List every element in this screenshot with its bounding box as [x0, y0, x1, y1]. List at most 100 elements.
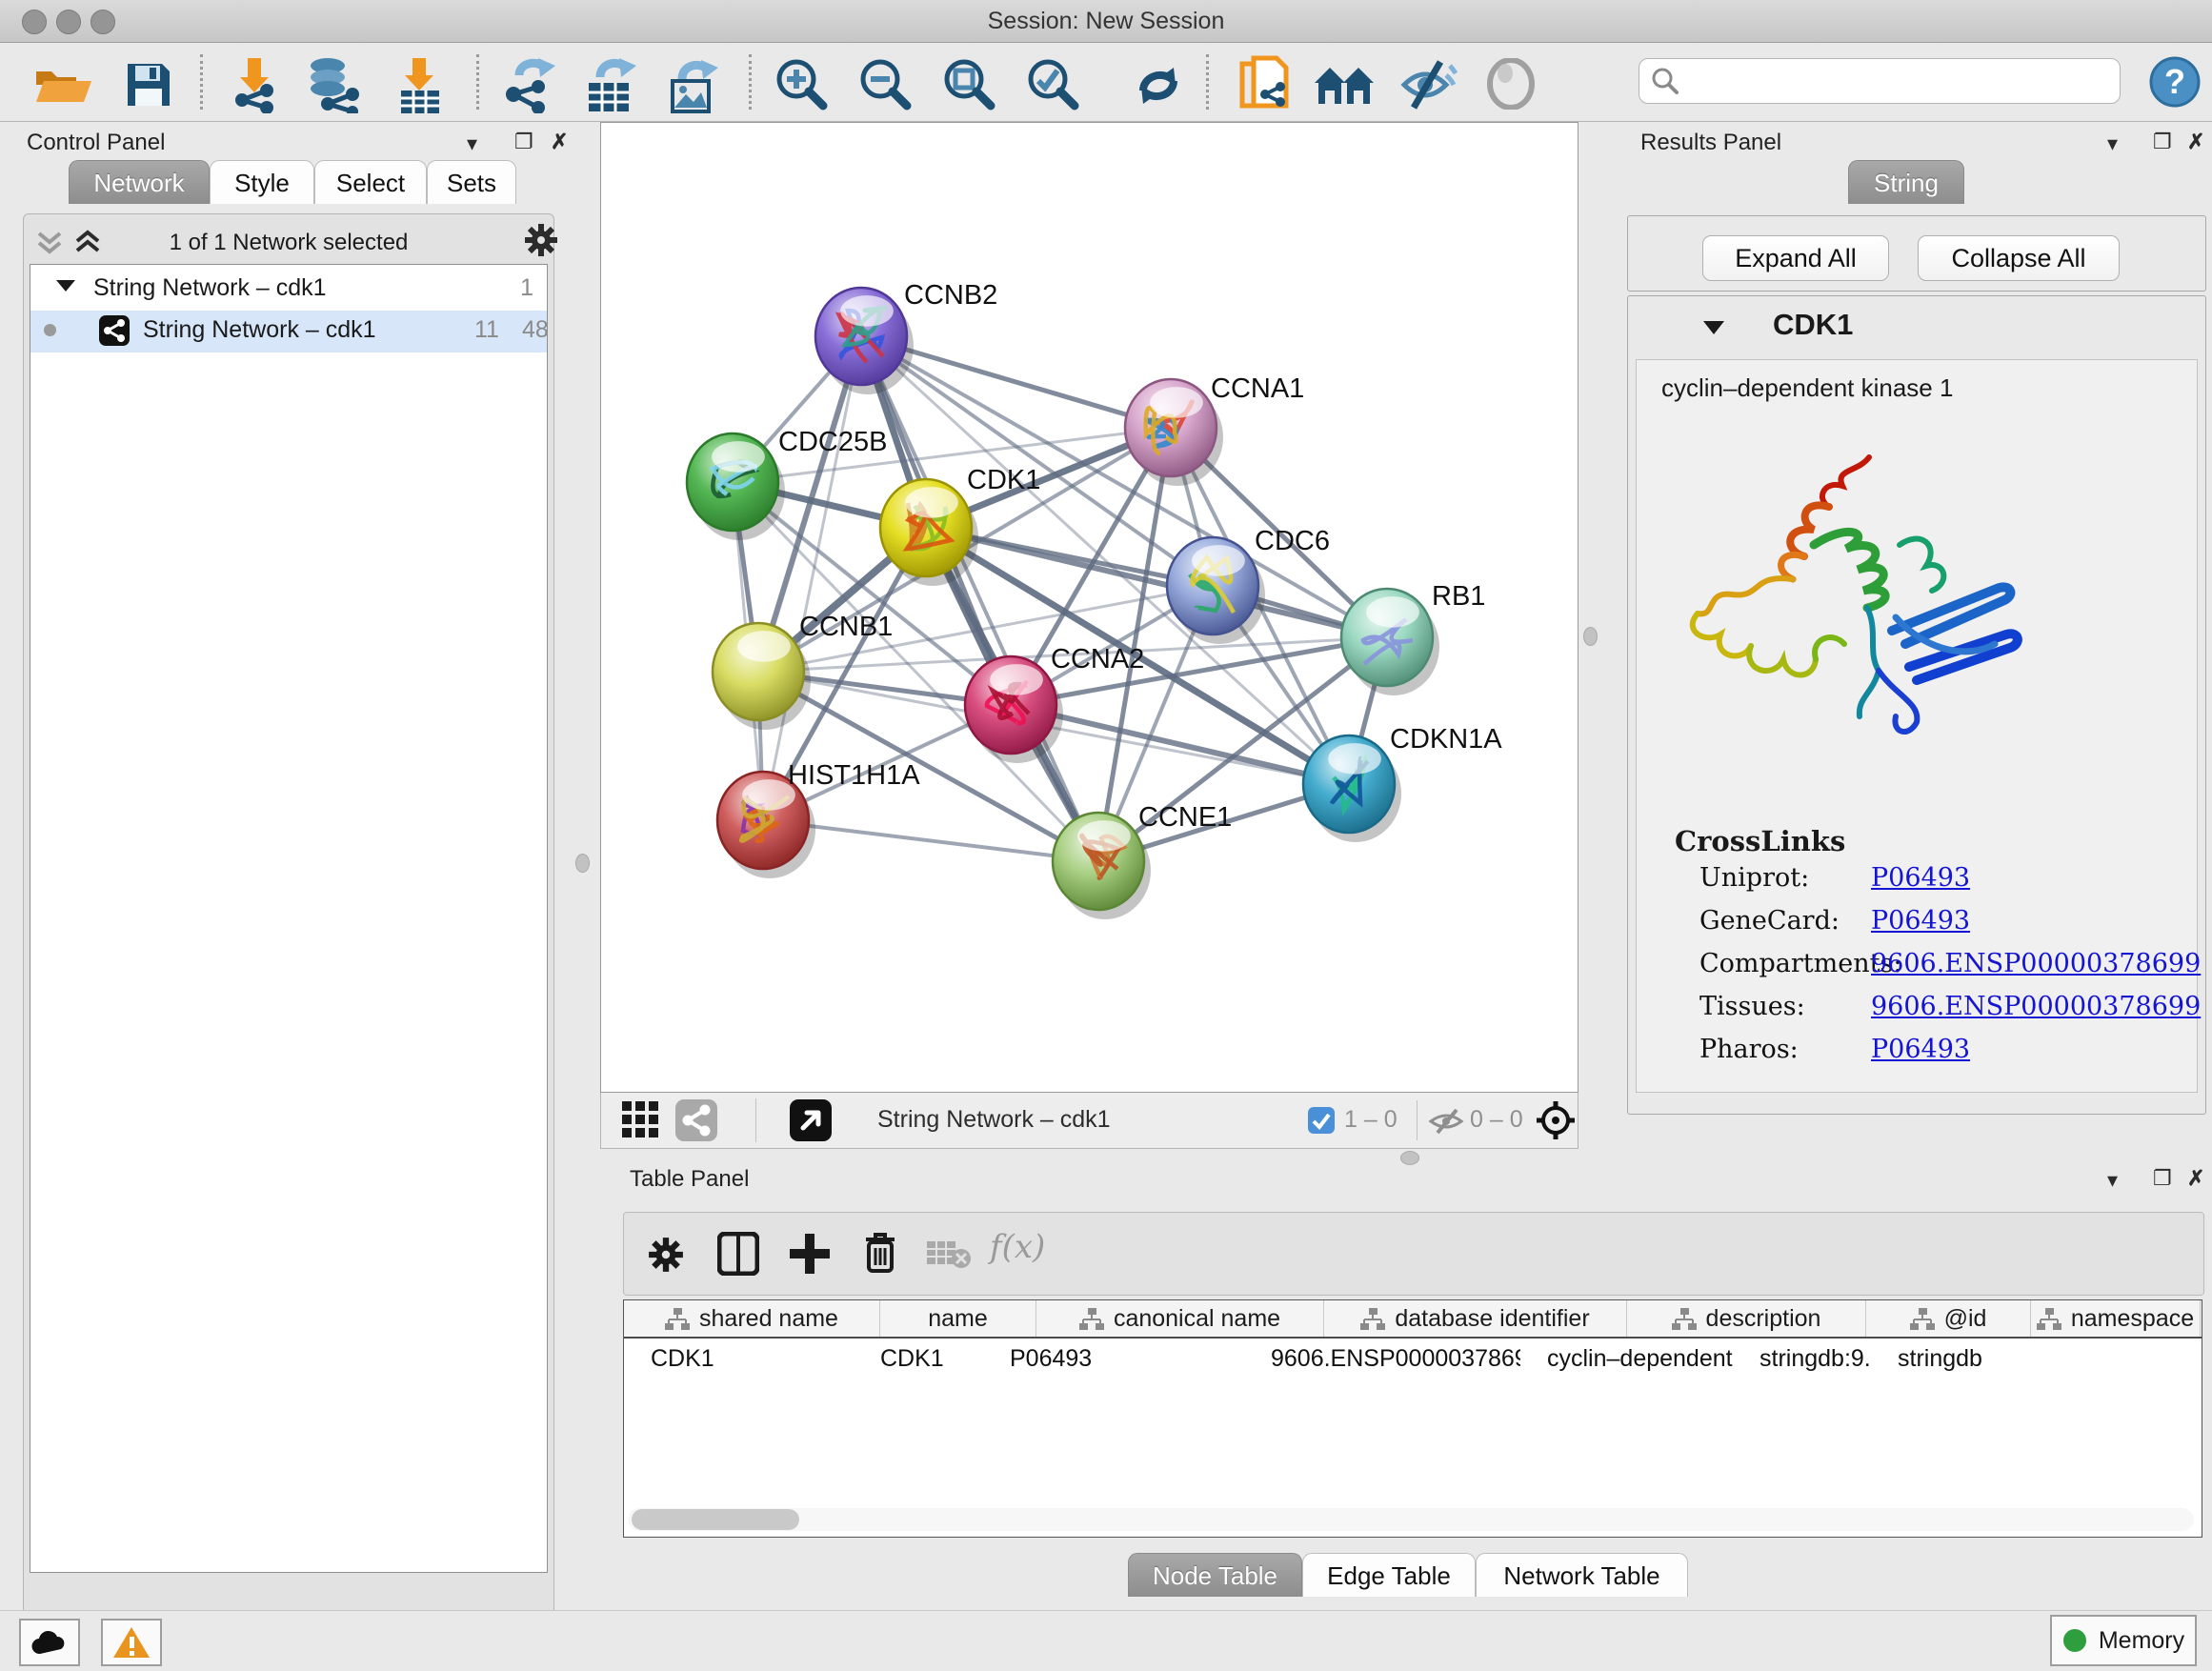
- zoom-out-icon[interactable]: [857, 58, 916, 113]
- column-header-label: @id: [1944, 1305, 1987, 1333]
- import-network-database-icon[interactable]: [305, 56, 364, 113]
- splitter-handle[interactable]: [575, 854, 590, 873]
- expand-all-button[interactable]: Expand All: [1702, 235, 1889, 281]
- fit-selected-crosshair-icon[interactable]: [1535, 1099, 1577, 1141]
- crosslink-link[interactable]: 9606.ENSP00000378699: [1871, 992, 2201, 1021]
- table-cell[interactable]: CDK1: [854, 1339, 983, 1379]
- column-header-database-identifier[interactable]: database identifier: [1324, 1300, 1627, 1337]
- table-panel-float-icon[interactable]: ❐: [2153, 1166, 2172, 1191]
- crosslink-link[interactable]: 9606.ENSP00000378699: [1871, 949, 2201, 978]
- table-cell[interactable]: CDK1: [624, 1339, 854, 1379]
- network-column-icon: [665, 1307, 690, 1330]
- search-icon: [1651, 67, 1679, 95]
- column-header-namespace[interactable]: namespace: [2031, 1300, 2201, 1337]
- tab-string[interactable]: String: [1848, 160, 1964, 204]
- table-cell[interactable]: cyclin–dependent ...: [1520, 1339, 1733, 1379]
- show-columns-icon[interactable]: [717, 1232, 759, 1276]
- crosslink-link[interactable]: P06493: [1871, 1035, 1970, 1064]
- crosslink-label: GeneCard:: [1699, 906, 1840, 936]
- network-node-cdkn1a[interactable]: CDKN1A: [1303, 724, 1502, 842]
- control-panel-close-icon[interactable]: ✗: [551, 130, 568, 154]
- tab-edge-table[interactable]: Edge Table: [1302, 1553, 1476, 1597]
- search-input[interactable]: [1691, 67, 2120, 95]
- crosslink-link[interactable]: P06493: [1871, 906, 1970, 936]
- control-panel-menu-icon[interactable]: ▾: [467, 131, 477, 156]
- table-panel-menu-icon[interactable]: ▾: [2107, 1168, 2118, 1193]
- cloud-status-button[interactable]: [19, 1619, 80, 1666]
- grid-view-icon[interactable]: [622, 1101, 660, 1139]
- warning-status-button[interactable]: [101, 1619, 162, 1666]
- table-cell[interactable]: stringdb: [1871, 1339, 2014, 1379]
- export-table-icon[interactable]: [583, 54, 636, 113]
- scrollbar-thumb[interactable]: [632, 1509, 799, 1530]
- table-cell[interactable]: stringdb:9...: [1733, 1339, 1871, 1379]
- export-image-icon[interactable]: [667, 54, 722, 113]
- zoom-selected-icon[interactable]: [1025, 58, 1084, 113]
- splitter-handle[interactable]: [1583, 627, 1598, 646]
- network-share-view-icon[interactable]: [675, 1099, 717, 1141]
- export-network-icon[interactable]: [500, 56, 555, 113]
- network-options-gear-icon[interactable]: [523, 222, 559, 258]
- table-settings-gear-icon[interactable]: [647, 1236, 685, 1274]
- node-label: CCNB2: [904, 280, 997, 311]
- delete-column-trash-icon[interactable]: [860, 1230, 900, 1276]
- refresh-layout-icon[interactable]: [1132, 60, 1185, 110]
- network-node-rb1[interactable]: RB1: [1341, 581, 1485, 695]
- netbar-separator: [1417, 1100, 1418, 1140]
- network-canvas[interactable]: CCNB2CCNA1CDC25BCDK1CDC6RB1CCNB1CCNA2CDK…: [600, 122, 1579, 1093]
- table-header-row: shared namenamecanonical namedatabase id…: [624, 1300, 2202, 1339]
- hidden-eye-slash-icon[interactable]: [1428, 1108, 1464, 1135]
- network-status-dot: [44, 324, 56, 336]
- clone-network-icon[interactable]: [1238, 54, 1296, 113]
- import-network-icon[interactable]: [229, 58, 282, 113]
- tab-network-table[interactable]: Network Table: [1476, 1553, 1688, 1597]
- tab-style[interactable]: Style: [210, 160, 314, 204]
- zoom-fit-icon[interactable]: [941, 58, 1000, 113]
- zoom-in-icon[interactable]: [774, 58, 833, 113]
- results-panel-close-icon[interactable]: ✗: [2187, 130, 2204, 154]
- column-header-shared-name[interactable]: shared name: [624, 1300, 880, 1337]
- column-header--id[interactable]: @id: [1866, 1300, 2031, 1337]
- table-row[interactable]: CDK1CDK1P064939606.ENSP00000378699cyclin…: [624, 1339, 2202, 1379]
- control-panel-float-icon[interactable]: ❐: [514, 130, 533, 154]
- network-edge[interactable]: [763, 336, 861, 820]
- results-panel-float-icon[interactable]: ❐: [2153, 130, 2172, 154]
- import-table-icon[interactable]: [395, 58, 445, 113]
- network-collection-row[interactable]: String Network – cdk1 1: [30, 269, 547, 311]
- table-panel-close-icon[interactable]: ✗: [2187, 1166, 2204, 1191]
- save-session-icon[interactable]: [124, 60, 173, 110]
- node-label: HIST1H1A: [788, 760, 920, 791]
- selected-checkbox-icon[interactable]: [1308, 1107, 1335, 1134]
- network-row-selected[interactable]: String Network – cdk1 11 48: [30, 311, 547, 352]
- tab-network[interactable]: Network: [69, 160, 210, 204]
- open-session-icon[interactable]: [34, 64, 93, 106]
- table-cell[interactable]: P06493: [983, 1339, 1244, 1379]
- collapse-all-button[interactable]: Collapse All: [1918, 235, 2120, 281]
- crosslink-link[interactable]: P06493: [1871, 863, 1970, 893]
- column-header-name[interactable]: name: [880, 1300, 1036, 1337]
- protein-collapse-icon[interactable]: [1702, 319, 1725, 336]
- search-field[interactable]: [1639, 58, 2121, 104]
- memory-button[interactable]: Memory: [2050, 1615, 2197, 1666]
- hide-selected-icon[interactable]: [1398, 58, 1458, 110]
- network-node-cdk1[interactable]: CDK1: [880, 465, 1040, 586]
- table-cell[interactable]: 9606.ENSP00000378699: [1244, 1339, 1520, 1379]
- network-node-cdc25b[interactable]: CDC25B: [687, 427, 887, 540]
- column-header-description[interactable]: description: [1627, 1300, 1866, 1337]
- graphics-details-icon[interactable]: [1486, 58, 1539, 110]
- tab-select[interactable]: Select: [314, 160, 427, 204]
- tab-node-table[interactable]: Node Table: [1128, 1553, 1302, 1597]
- tab-sets[interactable]: Sets: [427, 160, 516, 204]
- help-icon[interactable]: ?: [2149, 56, 2201, 108]
- column-header-canonical-name[interactable]: canonical name: [1036, 1300, 1324, 1337]
- results-panel-menu-icon[interactable]: ▾: [2107, 131, 2118, 156]
- add-column-icon[interactable]: [788, 1232, 832, 1276]
- collection-expand-icon[interactable]: [55, 278, 76, 293]
- network-node-cdc6[interactable]: CDC6: [1167, 526, 1330, 644]
- table-horizontal-scrollbar[interactable]: [628, 1508, 2194, 1531]
- network-node-hist1h1a[interactable]: HIST1H1A: [717, 760, 920, 878]
- network-node-ccne1[interactable]: CCNE1: [1053, 802, 1232, 919]
- birds-eye-view-icon[interactable]: [790, 1099, 832, 1141]
- network-node-ccnb1[interactable]: CCNB1: [713, 612, 893, 730]
- first-neighbors-icon[interactable]: [1313, 62, 1377, 106]
